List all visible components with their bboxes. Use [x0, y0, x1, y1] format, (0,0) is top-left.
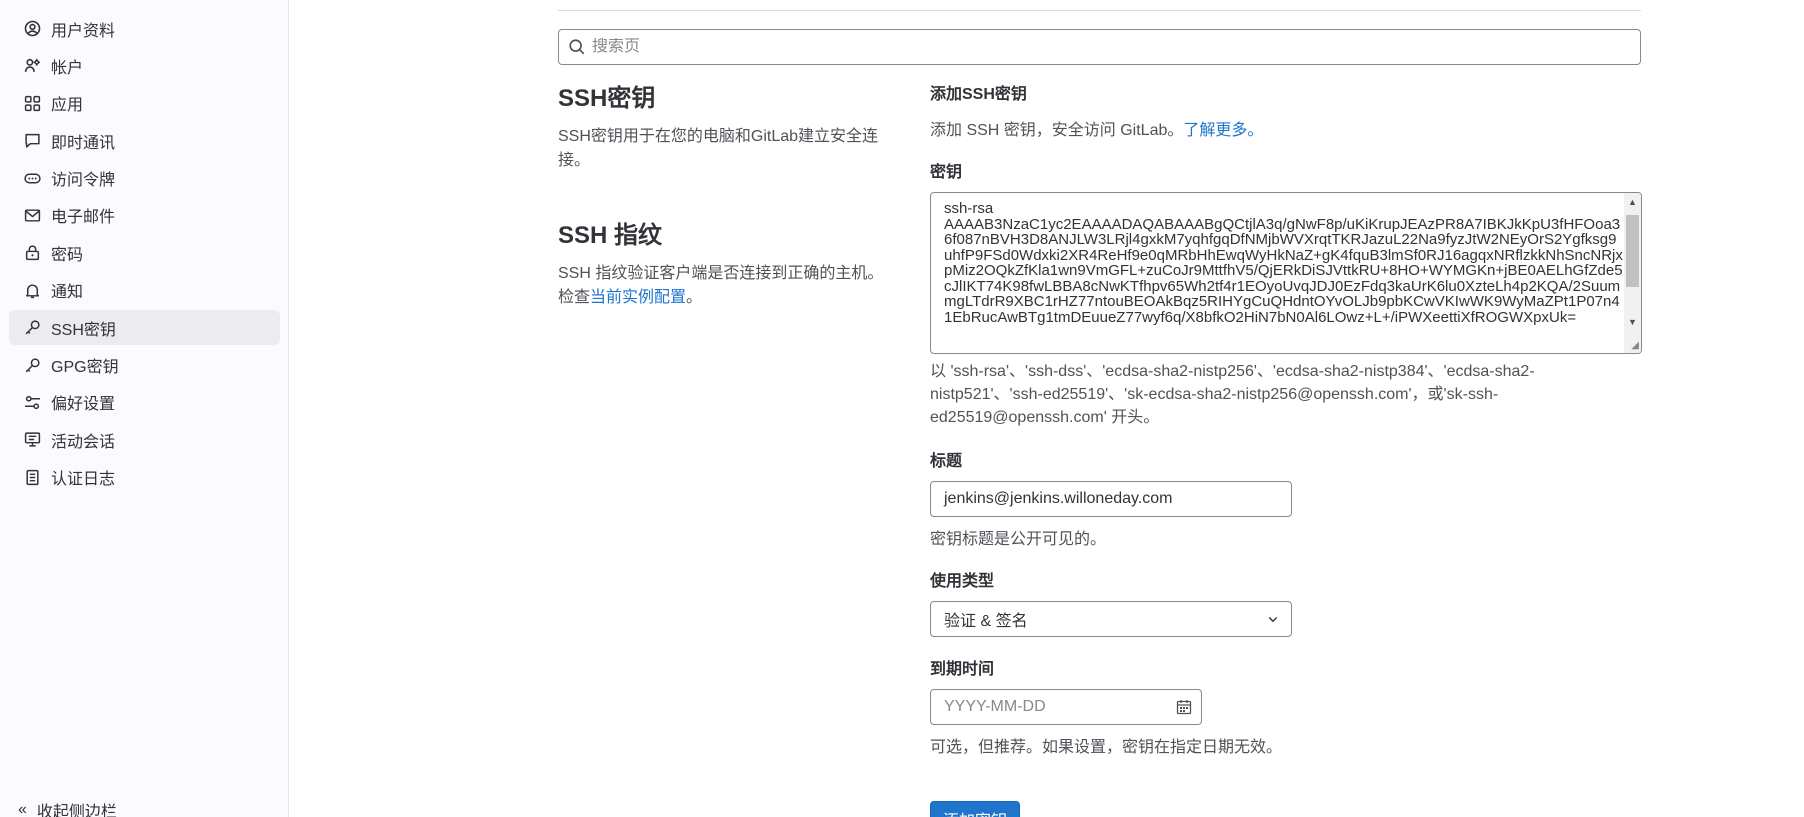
- add-key-description: 添加 SSH 密钥，安全访问 GitLab。了解更多。: [930, 116, 1642, 140]
- sidebar-item-active-sessions[interactable]: 活动会话: [9, 422, 280, 457]
- sidebar-item-account[interactable]: 帐户: [9, 48, 280, 83]
- key-label: 密钥: [930, 164, 963, 181]
- key-textarea-content[interactable]: ssh-rsa AAAAB3NzaC1yc2EAAAADAQABAAABgQCt…: [944, 201, 1624, 351]
- sidebar-item-auth-log[interactable]: 认证日志: [9, 460, 280, 495]
- title-input[interactable]: jenkins@jenkins.willoneday.com: [930, 481, 1292, 517]
- sidebar-item-notifications[interactable]: 通知: [9, 273, 280, 308]
- sidebar-item-password[interactable]: 密码: [9, 235, 280, 270]
- search-box[interactable]: [558, 29, 1641, 65]
- lock-icon: [23, 244, 41, 262]
- key-icon: [23, 356, 41, 374]
- usage-type-value: 验证 & 签名: [944, 613, 1028, 630]
- user-icon: [23, 20, 41, 38]
- chevron-down-icon: [1268, 617, 1278, 623]
- calendar-icon[interactable]: [1176, 699, 1192, 715]
- usage-type-select[interactable]: 验证 & 签名: [930, 601, 1292, 637]
- scroll-down-icon[interactable]: ▼: [1628, 317, 1637, 327]
- usage-type-label: 使用类型: [930, 573, 995, 590]
- sidebar-item-chat[interactable]: 即时通讯: [9, 123, 280, 158]
- title-help: 密钥标题是公开可见的。: [930, 531, 1107, 548]
- sidebar-item-applications[interactable]: 应用: [9, 86, 280, 121]
- scroll-up-icon[interactable]: ▲: [1628, 197, 1637, 207]
- add-key-button[interactable]: 添加密钥: [930, 801, 1020, 817]
- ssh-fingerprints-title: SSH 指纹: [558, 222, 663, 249]
- main-content: SSH密钥 SSH密钥用于在您的电脑和GitLab建立安全连接。 SSH 指纹 …: [289, 0, 1804, 817]
- sidebar-item-label: 用户资料: [51, 22, 116, 40]
- sidebar-item-preferences[interactable]: 偏好设置: [9, 385, 280, 420]
- sidebar-item-label: 通知: [51, 284, 84, 302]
- learn-more-link[interactable]: 了解更多。: [1183, 122, 1263, 139]
- sidebar-item-label: 密码: [51, 246, 84, 264]
- chevron-double-left-icon: «: [18, 801, 27, 817]
- sidebar-item-access-tokens[interactable]: 访问令牌: [9, 161, 280, 196]
- preferences-icon: [23, 393, 41, 411]
- add-key-heading: 添加SSH密钥: [930, 86, 1027, 103]
- title-label: 标题: [930, 453, 963, 470]
- sidebar-item-gpg-keys[interactable]: GPG密钥: [9, 348, 280, 383]
- token-icon: [23, 169, 41, 187]
- collapse-sidebar-label: 收起侧边栏: [36, 804, 117, 817]
- sidebar-item-label: 帐户: [51, 59, 84, 77]
- ssh-fingerprints-description: SSH 指纹验证客户端是否连接到正确的主机。检查当前实例配置。: [558, 262, 898, 310]
- sidebar-item-label: GPG密钥: [51, 359, 119, 377]
- sidebar-item-label: 访问令牌: [51, 172, 116, 190]
- sidebar-item-label: 电子邮件: [51, 209, 116, 227]
- ssh-keys-description: SSH密钥用于在您的电脑和GitLab建立安全连接。: [558, 128, 879, 169]
- sidebar-item-label: 偏好设置: [51, 396, 116, 414]
- textarea-scrollbar[interactable]: ▲ ▼: [1624, 193, 1641, 353]
- fingerprints-desc-suffix: 。: [686, 289, 703, 306]
- account-icon: [23, 57, 41, 75]
- sidebar-item-label: 即时通讯: [51, 134, 116, 152]
- mail-icon: [23, 206, 41, 224]
- search-icon: [569, 39, 585, 55]
- expiry-help: 可选，但推荐。如果设置，密钥在指定日期无效。: [930, 739, 1283, 756]
- sidebar-item-emails[interactable]: 电子邮件: [9, 198, 280, 233]
- search-input[interactable]: [592, 38, 1592, 56]
- key-icon: [23, 319, 41, 337]
- sidebar-item-label: 认证日志: [51, 471, 116, 489]
- add-ssh-key-form: 添加SSH密钥 添加 SSH 密钥，安全访问 GitLab。了解更多。 密钥 s…: [930, 80, 1642, 817]
- scrollbar-thumb[interactable]: [1626, 215, 1639, 287]
- sidebar: 用户资料 帐户 应用 即时通讯 访问令牌 电子邮件 密码 通知 SSH密钥 GP…: [0, 0, 289, 817]
- key-textarea[interactable]: ssh-rsa AAAAB3NzaC1yc2EAAAADAQABAAABgQCt…: [930, 192, 1642, 354]
- sidebar-item-label: 应用: [51, 97, 84, 115]
- sidebar-item-label: SSH密钥: [51, 321, 116, 339]
- expiry-date-input[interactable]: YYYY-MM-DD: [930, 689, 1202, 725]
- expiry-label: 到期时间: [930, 661, 995, 678]
- divider: [558, 10, 1641, 11]
- applications-icon: [23, 94, 41, 112]
- collapse-sidebar-button[interactable]: « 收起侧边栏: [18, 798, 117, 817]
- sidebar-nav: 用户资料 帐户 应用 即时通讯 访问令牌 电子邮件 密码 通知 SSH密钥 GP…: [9, 11, 280, 497]
- ssh-keys-title: SSH密钥: [558, 85, 656, 112]
- instance-config-link[interactable]: 当前实例配置: [590, 289, 686, 306]
- sidebar-item-ssh-keys[interactable]: SSH密钥: [9, 310, 280, 346]
- log-icon: [23, 468, 41, 486]
- settings-description: SSH密钥 SSH密钥用于在您的电脑和GitLab建立安全连接。 SSH 指纹 …: [558, 78, 898, 310]
- resize-handle-icon[interactable]: ◢: [1631, 340, 1639, 351]
- expiry-placeholder: YYYY-MM-DD: [944, 698, 1046, 715]
- key-format-help: 以 'ssh-rsa'、'ssh-dss'、'ecdsa-sha2-nistp2…: [930, 363, 1535, 426]
- monitor-icon: [23, 431, 41, 449]
- notifications-icon: [23, 281, 41, 299]
- sidebar-item-profile[interactable]: 用户资料: [9, 11, 280, 46]
- add-key-desc-text: 添加 SSH 密钥，安全访问 GitLab。: [930, 122, 1184, 139]
- sidebar-item-label: 活动会话: [51, 433, 116, 451]
- comment-icon: [23, 132, 41, 150]
